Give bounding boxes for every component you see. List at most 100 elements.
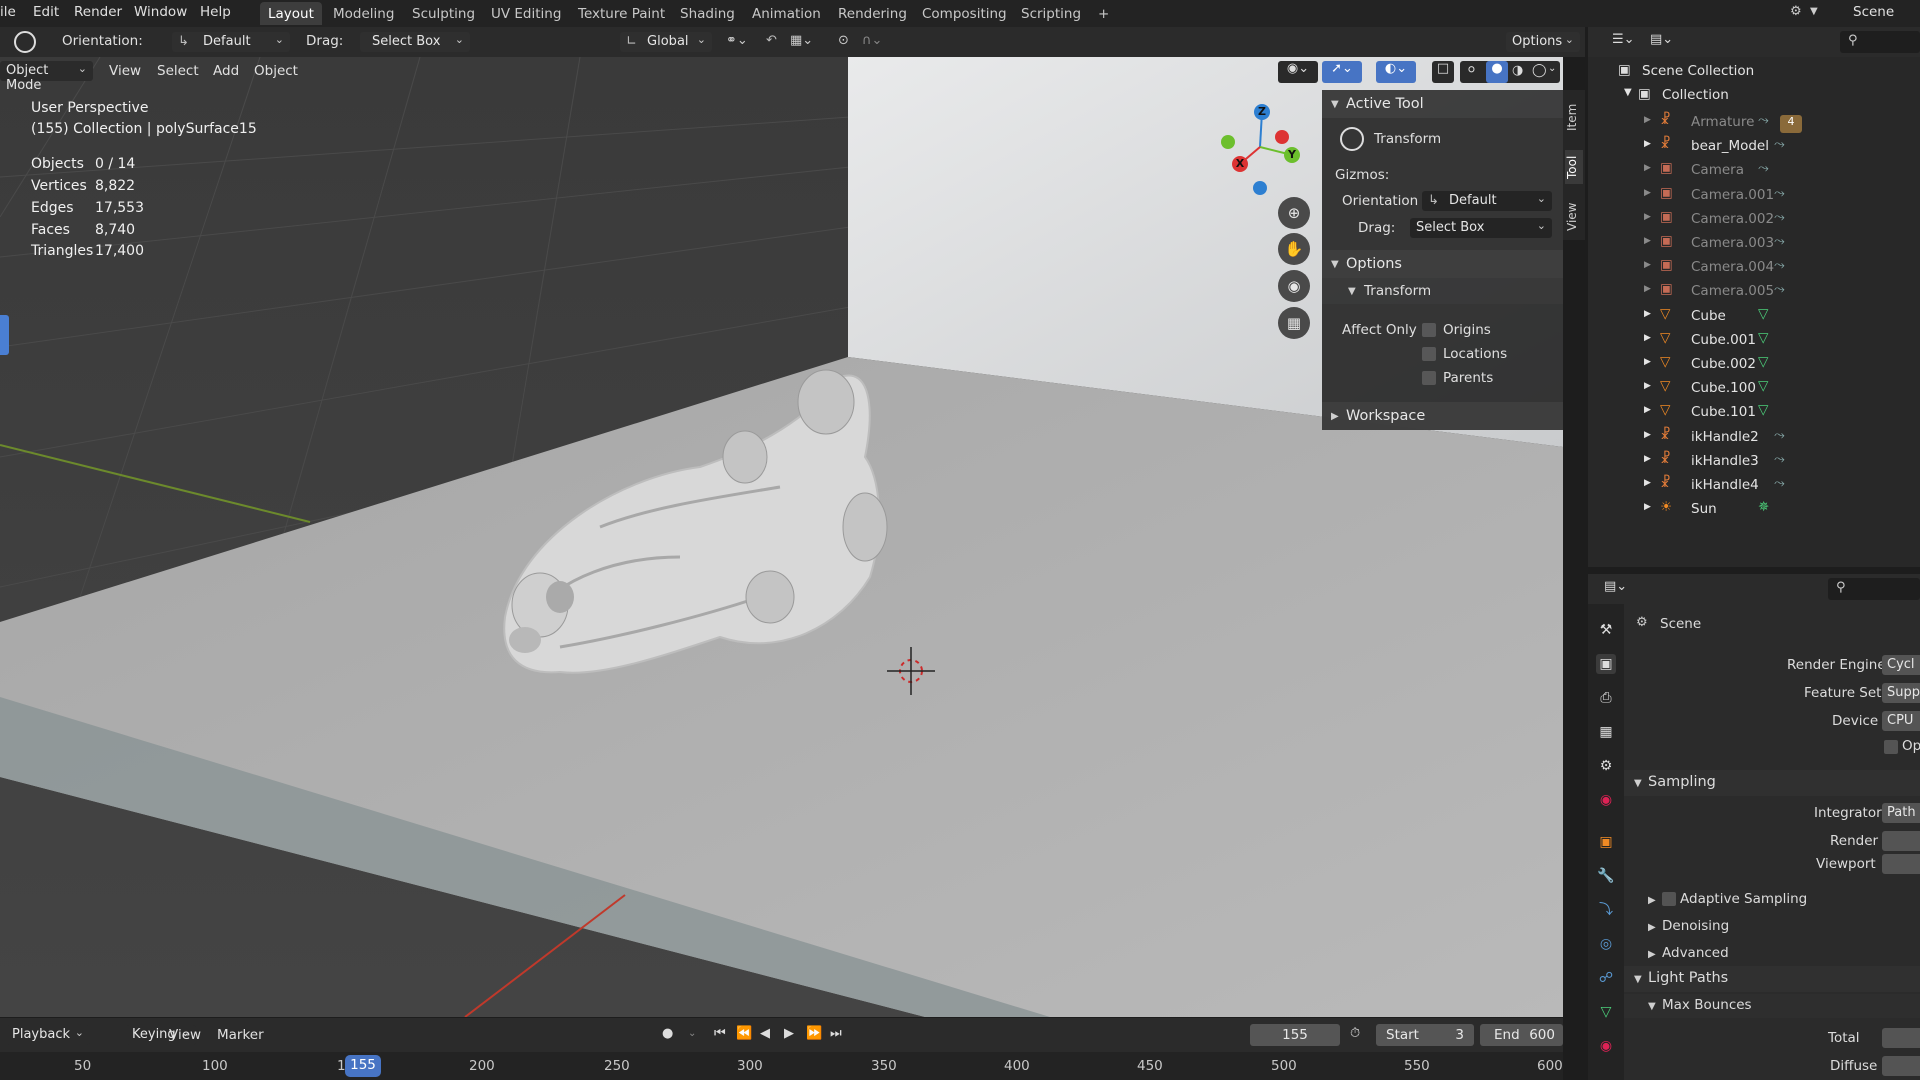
constraints-tab-icon[interactable]: ☍ bbox=[1596, 968, 1616, 988]
next-keyframe-icon[interactable]: ⏩ bbox=[806, 1026, 822, 1041]
clock-icon[interactable]: ⏱ bbox=[1350, 1026, 1360, 1041]
viewport-menu-object[interactable]: Object bbox=[254, 63, 298, 79]
object-data-icon[interactable]: ⤳ bbox=[1774, 475, 1785, 491]
outliner-item[interactable]: ▶ ▽ Cube ▽ bbox=[1588, 304, 1920, 328]
menu-file[interactable]: ile bbox=[0, 4, 16, 20]
outliner-collection[interactable]: ▼ ▣ Collection bbox=[1588, 83, 1920, 107]
timeline-menu-view[interactable]: View bbox=[169, 1027, 201, 1043]
outliner-item[interactable]: ▶ ▣ Camera.001 ⤳ bbox=[1588, 183, 1920, 207]
prev-keyframe-icon[interactable]: ⏪ bbox=[736, 1026, 752, 1041]
outliner-item[interactable]: ▶ ☧ ikHandle4 ⤳ bbox=[1588, 473, 1920, 497]
tab-animation[interactable]: Animation bbox=[744, 2, 829, 25]
object-data-icon[interactable]: ▽ bbox=[1758, 402, 1768, 418]
outliner-item[interactable]: ▶ ▣ Camera.002 ⤳ bbox=[1588, 207, 1920, 231]
op-checkbox[interactable] bbox=[1884, 740, 1898, 754]
outliner-scene-collection[interactable]: ▣ Scene Collection bbox=[1588, 59, 1920, 83]
adaptive-sampling-label[interactable]: Adaptive Sampling bbox=[1680, 891, 1807, 907]
device-dropdown[interactable]: CPU bbox=[1882, 711, 1920, 731]
light-paths-panel-header[interactable]: ▼ Light Paths bbox=[1624, 966, 1920, 992]
object-data-icon[interactable]: ▽ bbox=[1758, 330, 1768, 346]
expand-triangle-icon[interactable]: ▶ bbox=[1644, 260, 1651, 270]
object-data-icon[interactable]: ⤳ bbox=[1774, 427, 1785, 443]
expand-triangle-icon[interactable]: ▶ bbox=[1644, 454, 1651, 464]
playback-menu[interactable]: Playback ⌄ bbox=[6, 1025, 90, 1045]
material-shading-icon[interactable]: ◑ bbox=[1512, 63, 1523, 78]
proportional-edit-icon[interactable]: ⊙ bbox=[838, 33, 849, 48]
outliner-item[interactable]: ▶ ▣ Camera.005 ⤳ bbox=[1588, 279, 1920, 303]
visibility-eye-icon[interactable]: ◉⌄ bbox=[1278, 61, 1318, 83]
toolbar-collapsed-tab[interactable] bbox=[0, 315, 9, 355]
editor-type-icon[interactable]: ▤⌄ bbox=[1604, 579, 1627, 594]
world-tab-icon[interactable]: ◉ bbox=[1596, 790, 1616, 810]
locations-checkbox[interactable] bbox=[1422, 347, 1436, 361]
tab-sculpting[interactable]: Sculpting bbox=[404, 2, 483, 25]
object-data-icon[interactable]: ⤳ bbox=[1758, 160, 1769, 176]
add-workspace-button[interactable]: + bbox=[1090, 2, 1117, 25]
object-data-icon[interactable]: ⤳ bbox=[1774, 233, 1785, 249]
tab-item[interactable]: Item bbox=[1565, 100, 1583, 134]
timeline-menu-marker[interactable]: Marker bbox=[217, 1027, 264, 1043]
tab-scripting[interactable]: Scripting bbox=[1013, 2, 1089, 25]
ortho-grid-icon[interactable]: ▦ bbox=[1278, 307, 1310, 339]
expand-triangle-icon[interactable]: ▶ bbox=[1644, 236, 1651, 246]
tab-shading[interactable]: Shading bbox=[672, 2, 743, 25]
output-tab-icon[interactable]: ⎙ bbox=[1596, 688, 1616, 708]
data-tab-icon[interactable]: ▽ bbox=[1596, 1002, 1616, 1022]
playhead-indicator[interactable]: 155 bbox=[345, 1055, 381, 1077]
play-reverse-icon[interactable]: ◀ bbox=[760, 1026, 770, 1041]
orientation-dropdown[interactable]: ↳ Default ⌄ bbox=[172, 32, 290, 52]
tool-tab-icon[interactable]: ⚒ bbox=[1596, 620, 1616, 640]
expand-triangle-icon[interactable]: ▶ bbox=[1644, 115, 1651, 125]
properties-search-input[interactable]: ⚲ bbox=[1828, 578, 1920, 600]
advanced-subpanel[interactable]: Advanced bbox=[1662, 945, 1729, 961]
expand-triangle-icon[interactable]: ▶ bbox=[1644, 405, 1651, 415]
transform-orientation-dropdown[interactable]: ∟ Global ⌄ bbox=[620, 32, 712, 52]
current-frame-field[interactable]: 155 bbox=[1250, 1024, 1340, 1046]
tab-view[interactable]: View bbox=[1565, 200, 1583, 234]
render-tab-icon[interactable]: ▣ bbox=[1596, 654, 1616, 674]
object-data-icon[interactable]: ▽ bbox=[1758, 378, 1768, 394]
expand-triangle-icon[interactable]: ▶ bbox=[1644, 357, 1651, 367]
play-icon[interactable]: ▶ bbox=[784, 1026, 794, 1041]
jump-end-icon[interactable]: ⏭ bbox=[830, 1026, 842, 1041]
transform-subpanel-header[interactable]: ▼ Transform bbox=[1322, 278, 1563, 304]
gizmo-y-label[interactable]: Y bbox=[1284, 147, 1300, 163]
expand-triangle-icon[interactable]: ▶ bbox=[1644, 212, 1651, 222]
viewport-menu-select[interactable]: Select bbox=[157, 63, 199, 79]
origins-checkbox[interactable] bbox=[1422, 323, 1436, 337]
gizmo-orientation-dropdown[interactable]: ↳ Default ⌄ bbox=[1422, 191, 1552, 211]
object-data-icon[interactable]: ⤳ bbox=[1758, 112, 1769, 128]
expand-triangle-icon[interactable]: ▶ bbox=[1644, 430, 1651, 440]
object-data-icon[interactable]: ⤳ bbox=[1774, 281, 1785, 297]
menu-help[interactable]: Help bbox=[200, 4, 231, 20]
viewport-menu-add[interactable]: Add bbox=[213, 63, 239, 79]
tab-modeling[interactable]: Modeling bbox=[325, 2, 402, 25]
tab-layout[interactable]: Layout bbox=[260, 2, 322, 25]
xray-icon[interactable]: □ bbox=[1432, 61, 1454, 83]
overlay-toggle-icon[interactable]: ◐⌄ bbox=[1376, 61, 1416, 83]
chevron-down-icon[interactable]: ⌄ bbox=[1548, 63, 1556, 74]
sampling-panel-header[interactable]: ▼ Sampling bbox=[1624, 770, 1920, 796]
solid-shading-icon[interactable]: ● bbox=[1486, 61, 1508, 83]
modifier-wrench-icon[interactable]: 🔧 bbox=[1596, 866, 1616, 886]
outliner-item[interactable]: ▶ ☀ Sun ✵ bbox=[1588, 497, 1920, 521]
jump-start-icon[interactable]: ⏮ bbox=[714, 1026, 726, 1041]
max-bounces-subpanel-header[interactable]: ▼ Max Bounces bbox=[1624, 994, 1920, 1018]
adaptive-sampling-checkbox[interactable] bbox=[1662, 892, 1676, 906]
object-data-icon[interactable]: ▽ bbox=[1758, 306, 1768, 322]
outliner-item[interactable]: ▶ ▽ Cube.001 ▽ bbox=[1588, 328, 1920, 352]
outliner-item[interactable]: ▶ ▣ Camera.004 ⤳ bbox=[1588, 255, 1920, 279]
object-tab-icon[interactable]: ▣ bbox=[1596, 832, 1616, 852]
gizmo-toggle-icon[interactable]: ➚⌄ bbox=[1322, 61, 1362, 83]
gizmo-drag-dropdown[interactable]: Select Box ⌄ bbox=[1410, 218, 1552, 238]
outliner-item[interactable]: ▶ ▣ Camera.003 ⤳ bbox=[1588, 231, 1920, 255]
timeline-ruler[interactable] bbox=[0, 1052, 1563, 1080]
snap-icon[interactable]: ↶ bbox=[766, 33, 777, 48]
render-engine-dropdown[interactable]: Cycl bbox=[1882, 655, 1920, 675]
tab-rendering[interactable]: Rendering bbox=[830, 2, 915, 25]
menu-render[interactable]: Render bbox=[74, 4, 122, 20]
outliner-item[interactable]: ▶ ☧ Armature ⤳ bbox=[1588, 110, 1920, 134]
particles-tab-icon[interactable]: ⤵ bbox=[1596, 900, 1616, 920]
object-data-icon[interactable]: ▽ bbox=[1758, 354, 1768, 370]
object-data-icon[interactable]: ⤳ bbox=[1774, 209, 1785, 225]
